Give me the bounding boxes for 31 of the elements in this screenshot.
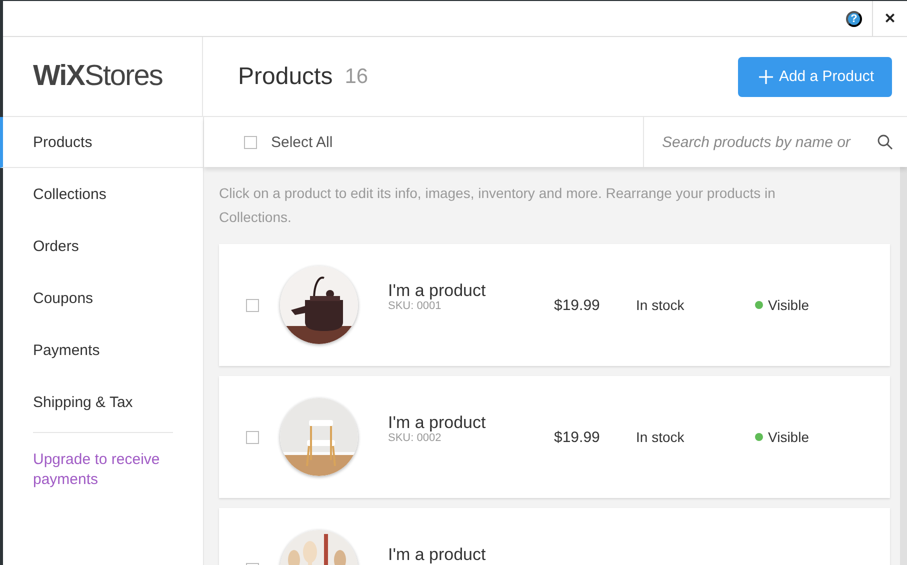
scrollbar[interactable] [900,167,907,565]
visibility-label: Visible [768,297,809,313]
product-price: $19.99 [554,428,601,446]
stock-status: In stock [636,297,686,313]
sidebar-item[interactable]: Payments [0,324,203,376]
product-card[interactable]: I'm a product SKU: 0001 $19.99 In stock Visible [219,244,890,366]
checkbox[interactable] [244,136,257,148]
plus-icon [758,68,774,84]
product-price: $19.99 [554,296,601,314]
product-name: I'm a product [388,282,487,300]
product-name: I'm a product [388,414,487,432]
product-name: I'm a product [388,546,487,564]
product-count: 16 [344,64,368,88]
sidebar-item[interactable]: Orders [0,220,203,272]
hint-text: Click on a product to edit its info, images, inventory and more. Rearrange your products in Collections. [219,184,776,227]
product-card[interactable]: I'm a product SKU: 0002 $19.99 In stock Visible [219,376,890,498]
sidebar-item[interactable]: Collections [0,168,203,220]
logo: WiXStores [3,37,203,116]
sidebar-item[interactable]: Shipping & Tax [0,376,203,428]
visibility-label: Visible [768,429,809,445]
product-card[interactable]: I'm a product [219,508,890,565]
product-sku: SKU: 0002 [388,432,442,444]
sidebar-item[interactable]: Coupons [0,272,203,324]
product-sku: SKU: 0001 [388,300,442,312]
select-all-label[interactable]: Select All [271,134,333,150]
checkbox[interactable] [246,430,259,444]
search-icon [877,134,893,150]
checkbox[interactable] [246,298,259,312]
upgrade-link[interactable]: Upgrade to receive payments [33,450,173,490]
page-title: Products [238,62,333,90]
stock-status: In stock [636,429,686,445]
